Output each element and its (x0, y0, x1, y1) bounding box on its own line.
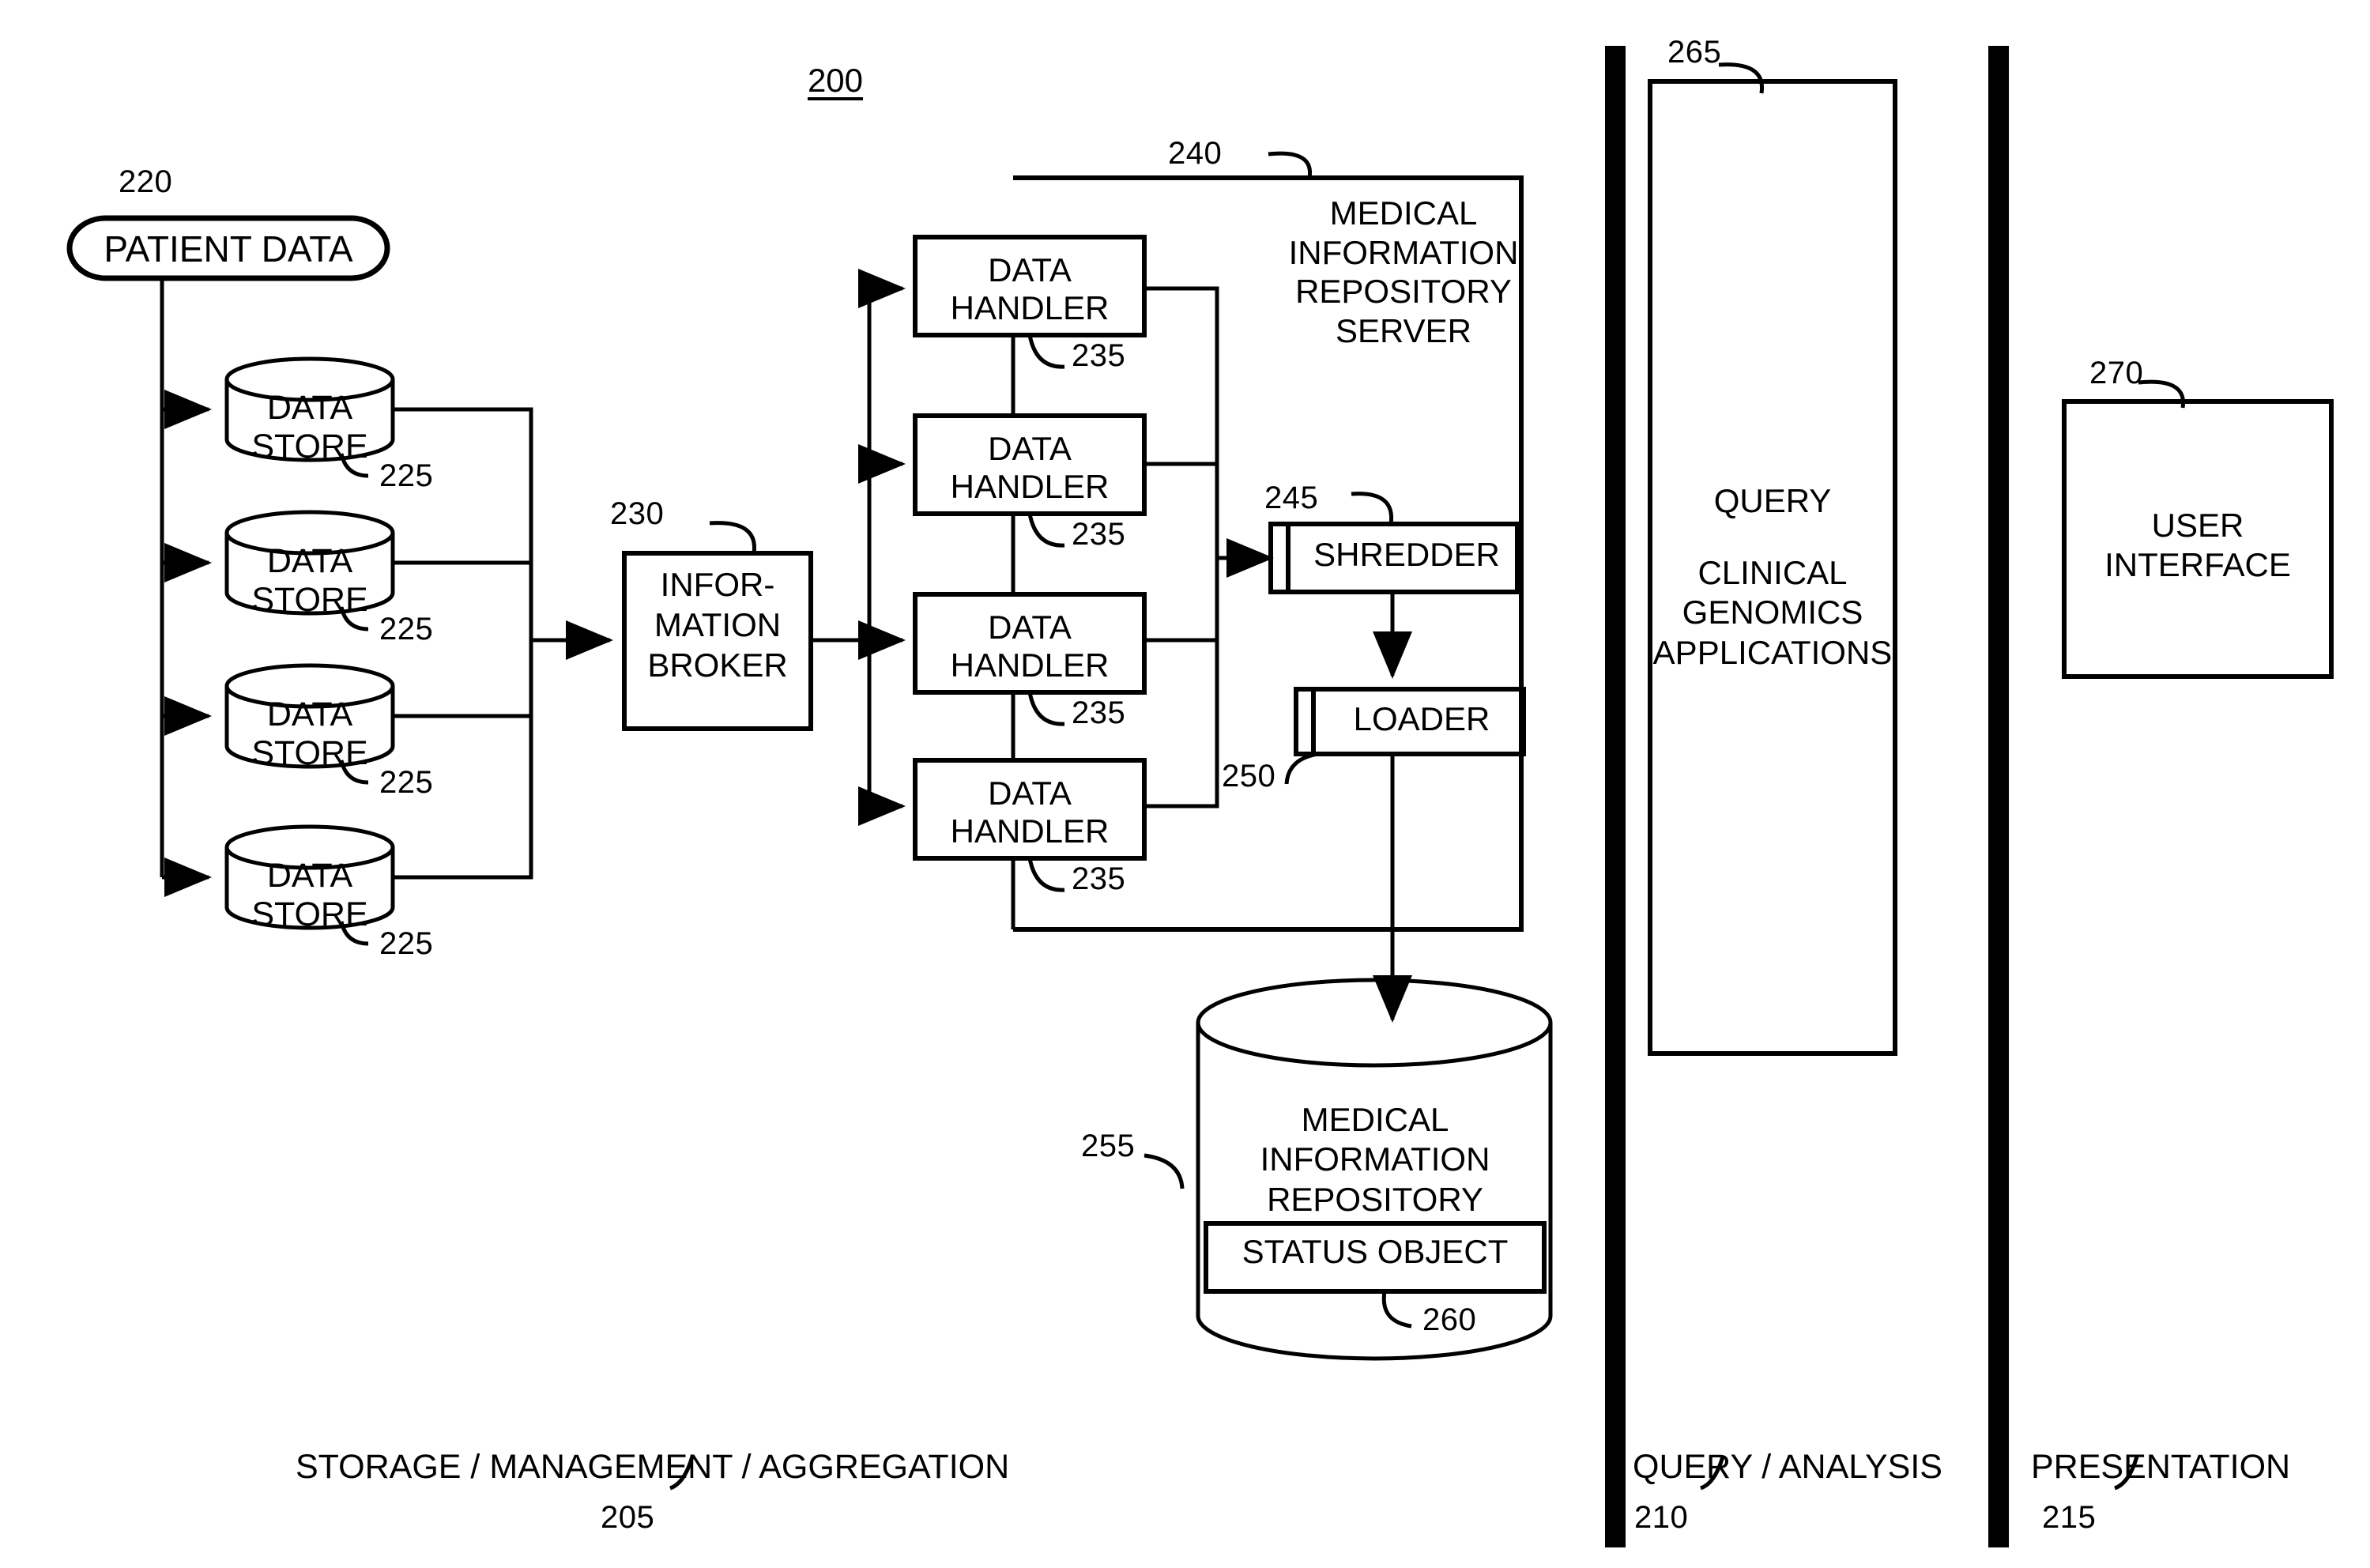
information-broker-label: INFOR- MATION BROKER (647, 566, 788, 684)
leader-235-3 (1027, 692, 1065, 726)
leader-240 (1268, 151, 1313, 179)
data-handler-label-4: DATA HANDLER (950, 775, 1110, 850)
clinical-apps-body-label: CLINICAL GENOMICS APPLICATIONS (1652, 554, 1893, 671)
ref-230: 230 (610, 496, 665, 531)
ref-265: 265 (1667, 35, 1722, 70)
data-store-label-1: DATA STORE (251, 389, 368, 466)
ref-250: 250 (1222, 759, 1276, 793)
loader-label: LOADER (1353, 700, 1490, 737)
ref-215: 215 (2042, 1500, 2097, 1535)
store-bus-4 (393, 640, 533, 880)
ref-225-1: 225 (379, 458, 434, 493)
ref-240: 240 (1168, 136, 1223, 171)
store-bus (393, 407, 533, 640)
ref-260: 260 (1422, 1302, 1477, 1337)
leader-255 (1144, 1153, 1185, 1189)
handler-out-4 (1144, 558, 1219, 808)
user-interface-label: USER INTERFACE (2104, 507, 2291, 584)
ref-210: 210 (1634, 1500, 1689, 1535)
ref-220: 220 (119, 164, 173, 199)
leader-235-2 (1027, 513, 1065, 548)
status-object-label: STATUS OBJECT (1242, 1233, 1509, 1270)
data-handler-label-3: DATA HANDLER (950, 609, 1110, 684)
mir-repository-label: MEDICAL INFORMATION REPOSITORY (1260, 1101, 1490, 1218)
data-handler-label-2: DATA HANDLER (950, 430, 1110, 505)
ref-235-1: 235 (1072, 338, 1126, 373)
leader-235-4 (1027, 858, 1065, 892)
ref-225-4: 225 (379, 926, 434, 961)
leader-260 (1381, 1291, 1412, 1329)
leader-270 (2138, 379, 2186, 409)
patent-figure-canvas: 200 PATIENT DATA 220 DATA STORE 225 DATA… (0, 0, 2370, 1568)
leader-265 (1718, 62, 1765, 94)
ref-235-2: 235 (1072, 517, 1126, 552)
leader-250 (1284, 752, 1319, 785)
ref-235-4: 235 (1072, 861, 1126, 896)
leader-245 (1351, 492, 1394, 525)
section-label-query: QUERY / ANALYSIS (1633, 1448, 1942, 1486)
separator-bar-presentation (1988, 46, 2009, 1547)
section-label-storage: STORAGE / MANAGEMENT / AGGREGATION (296, 1448, 1010, 1486)
mir-server-label: MEDICAL INFORMATION REPOSITORY SERVER (1288, 194, 1519, 349)
ref-245: 245 (1264, 481, 1319, 515)
data-store-label-2: DATA STORE (251, 542, 368, 620)
handler-out-1 (1144, 286, 1219, 558)
ref-225-2: 225 (379, 612, 434, 646)
data-handler-label-1: DATA HANDLER (950, 251, 1110, 326)
patient-data-label: PATIENT DATA (104, 228, 353, 270)
separator-bar-query (1605, 46, 1626, 1547)
ref-235-3: 235 (1072, 695, 1126, 730)
ref-255: 255 (1081, 1129, 1136, 1163)
ref-225-3: 225 (379, 765, 434, 800)
data-store-label-4: DATA STORE (251, 857, 368, 934)
shredder-label: SHREDDER (1313, 536, 1500, 573)
section-label-presentation: PRESENTATION (2031, 1448, 2291, 1486)
figure-number: 200 (807, 62, 864, 99)
ref-205: 205 (601, 1500, 655, 1535)
leader-230 (709, 521, 757, 554)
clinical-apps-query-label: QUERY (1713, 482, 1832, 519)
data-store-label-3: DATA STORE (251, 695, 368, 773)
leader-235-1 (1027, 334, 1065, 369)
ref-270: 270 (2089, 356, 2144, 390)
